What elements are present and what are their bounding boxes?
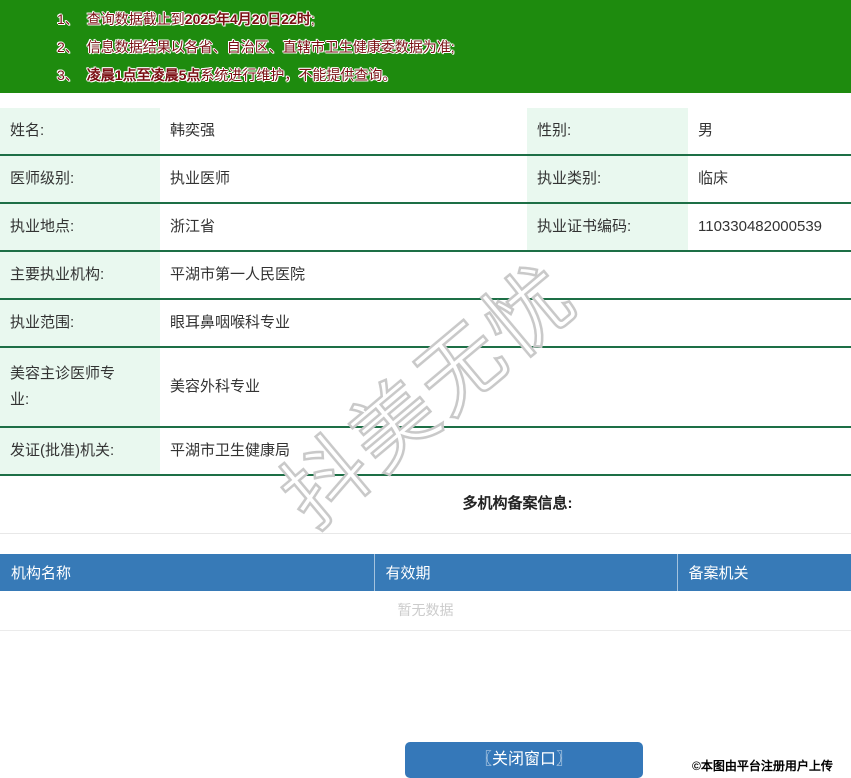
table-row: 姓名: 韩奕强 性别: 男	[0, 108, 851, 155]
notice-line-2: 2、 信息数据结果以各省、自治区、直辖市卫生健康委数据为准;	[0, 33, 851, 61]
notice-line-1: 1、 查询数据截止到2025年4月20日22时;	[0, 5, 851, 33]
column-header-validity-period: 有效期	[374, 554, 678, 591]
notice-text: ;	[310, 11, 315, 27]
field-value-name: 韩奕强	[170, 122, 216, 139]
notice-bold-text: 2025年4月20日22时	[184, 11, 311, 27]
field-label-text: 美容主诊医师专业:	[10, 365, 116, 408]
field-label-practice-scope: 执业范围:	[0, 299, 160, 347]
field-value-practice-location: 浙江省	[170, 218, 216, 235]
notice-text: 信息数据结果以各省、自治区、直辖市卫生健康委数据为准;	[86, 39, 455, 55]
field-label-cosmetic-specialty: 美容主诊医师专业:	[0, 347, 160, 427]
table-row: 美容主诊医师专业: 美容外科专业	[0, 347, 851, 427]
field-label-gender: 性别:	[527, 108, 688, 155]
field-label-main-institution: 主要执业机构:	[0, 251, 160, 299]
field-value-practice-scope: 眼耳鼻咽喉科专业	[170, 314, 291, 331]
field-value-doctor-level: 执业医师	[170, 170, 231, 187]
record-table-header-row: 机构名称 有效期 备案机关	[0, 554, 851, 591]
field-label-practice-location: 执业地点:	[0, 203, 160, 251]
field-label-certificate-number: 执业证书编码:	[527, 203, 688, 251]
notice-banner: 1、 查询数据截止到2025年4月20日22时; 2、 信息数据结果以各省、自治区、…	[0, 0, 851, 93]
field-label-doctor-level: 医师级别:	[0, 155, 160, 203]
field-value-gender: 男	[698, 122, 714, 139]
table-row: 发证(批准)机关: 平湖市卫生健康局	[0, 427, 851, 475]
divider	[0, 533, 851, 534]
field-value-certificate-number: 110330482000539	[698, 218, 823, 235]
table-row: 主要执业机构: 平湖市第一人民医院	[0, 251, 851, 299]
field-value-main-institution: 平湖市第一人民医院	[170, 266, 306, 283]
field-label-practice-category: 执业类别:	[527, 155, 688, 203]
practitioner-info-table: 姓名: 韩奕强 性别: 男 医师级别: 执业医师 执业类别: 临床 执业地点: …	[0, 108, 851, 476]
upload-credit-text: ©本图由平台注册用户上传	[692, 759, 833, 773]
field-value-issuing-authority: 平湖市卫生健康局	[170, 442, 291, 459]
field-label-issuing-authority: 发证(批准)机关:	[0, 427, 160, 475]
notice-number: 2、	[57, 39, 79, 55]
table-row: 执业地点: 浙江省 执业证书编码: 110330482000539	[0, 203, 851, 251]
notice-bold-text: 凌晨1点至凌晨5点	[86, 67, 201, 83]
record-table-empty-row: 暂无数据	[0, 591, 851, 631]
field-value-cosmetic-specialty: 美容外科专业	[170, 378, 261, 395]
close-window-button[interactable]: 〖关闭窗口〗	[405, 742, 643, 778]
record-table: 机构名称 有效期 备案机关 暂无数据	[0, 554, 851, 631]
notice-line-3: 3、 凌晨1点至凌晨5点系统进行维护，不能提供查询。	[0, 61, 851, 89]
field-label-name: 姓名:	[0, 108, 160, 155]
notice-number: 1、	[57, 11, 79, 27]
field-value-practice-category: 临床	[698, 170, 729, 187]
column-header-institution-name: 机构名称	[0, 554, 375, 591]
multi-institution-section-title: 多机构备案信息:	[462, 495, 573, 512]
notice-text: 系统进行维护，不能提供查询。	[200, 67, 397, 83]
empty-data-text: 暂无数据	[0, 591, 851, 631]
table-row: 执业范围: 眼耳鼻咽喉科专业	[0, 299, 851, 347]
table-row: 医师级别: 执业医师 执业类别: 临床	[0, 155, 851, 203]
notice-number: 3、	[57, 67, 79, 83]
notice-text: 查询数据截止到	[86, 11, 185, 27]
column-header-record-authority: 备案机关	[677, 554, 851, 591]
